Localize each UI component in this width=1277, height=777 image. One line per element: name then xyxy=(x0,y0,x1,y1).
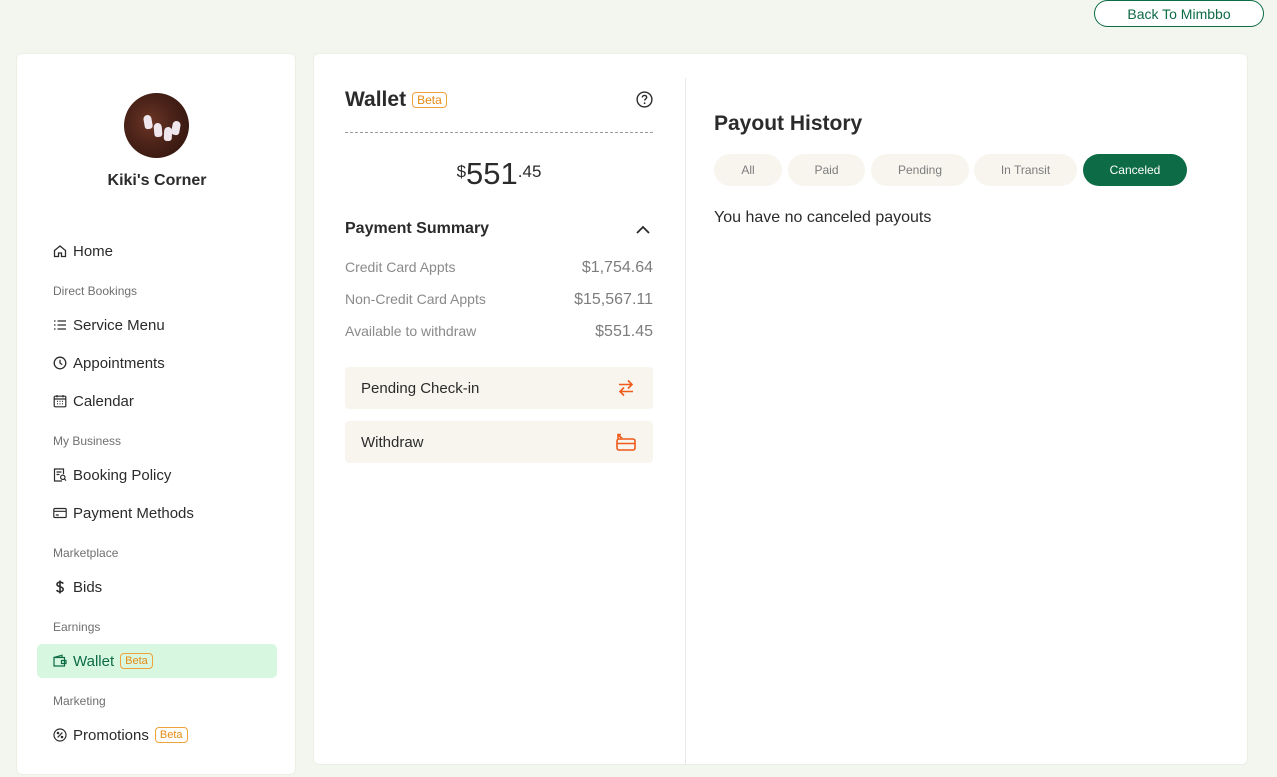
tab-paid[interactable]: Paid xyxy=(788,154,865,186)
summary-row-value: $15,567.11 xyxy=(574,291,653,308)
help-icon[interactable] xyxy=(636,91,653,108)
sidebar-item-label: Appointments xyxy=(73,354,165,372)
policy-icon xyxy=(53,468,67,482)
wallet-icon xyxy=(53,654,67,668)
section-label-direct-bookings: Direct Bookings xyxy=(53,284,138,298)
payout-history-title: Payout History xyxy=(714,112,863,135)
sidebar-item-home[interactable]: Home xyxy=(53,241,113,261)
chevron-up-icon[interactable] xyxy=(635,223,651,237)
column-divider xyxy=(685,78,686,764)
tab-in-transit[interactable]: In Transit xyxy=(974,154,1077,186)
pending-check-in-label: Pending Check-in xyxy=(361,379,480,397)
wallet-title-text: Wallet xyxy=(345,88,407,111)
back-to-mimbbo-button[interactable]: Back To Mimbbo xyxy=(1094,0,1264,27)
sidebar-item-calendar[interactable]: Calendar xyxy=(53,391,134,411)
beta-badge: Beta xyxy=(412,92,447,108)
calendar-icon xyxy=(53,394,67,408)
section-label-my-business: My Business xyxy=(53,434,122,448)
credit-card-icon xyxy=(53,506,67,520)
sidebar-item-label: Promotions xyxy=(73,726,149,744)
withdraw-button[interactable]: Withdraw xyxy=(345,421,653,463)
wallet-title: Wallet Beta xyxy=(345,88,447,112)
home-icon xyxy=(53,244,67,258)
summary-row: Non-Credit Card Appts $15,567.11 xyxy=(345,291,653,309)
sidebar-item-bids[interactable]: Bids xyxy=(53,577,102,597)
profile-name: Kiki's Corner xyxy=(107,172,207,189)
summary-row-label: Available to withdraw xyxy=(345,323,477,339)
wallet-balance: $551.45 xyxy=(345,156,653,192)
section-label-earnings: Earnings xyxy=(53,620,101,634)
balance-currency: $ xyxy=(456,162,467,181)
balance-cents: .45 xyxy=(517,162,542,181)
sidebar-item-payment-methods[interactable]: Payment Methods xyxy=(53,503,194,523)
sidebar-item-label: Booking Policy xyxy=(73,466,172,484)
balance-whole: 551 xyxy=(466,156,518,191)
summary-row: Available to withdraw $551.45 xyxy=(345,323,653,341)
payment-summary-title: Payment Summary xyxy=(345,220,490,237)
dollar-icon xyxy=(53,580,67,594)
clock-icon xyxy=(53,356,67,370)
sidebar-item-promotions[interactable]: Promotions Beta xyxy=(53,725,188,745)
summary-row-label: Non-Credit Card Appts xyxy=(345,291,486,307)
sidebar-item-label: Service Menu xyxy=(73,316,165,334)
sidebar-item-booking-policy[interactable]: Booking Policy xyxy=(53,465,171,485)
avatar xyxy=(124,93,189,158)
withdraw-label: Withdraw xyxy=(361,433,424,451)
transfer-arrows-icon xyxy=(618,379,634,397)
section-label-marketing: Marketing xyxy=(53,694,106,708)
tab-all[interactable]: All xyxy=(714,154,782,186)
sidebar-item-label: Payment Methods xyxy=(73,504,194,522)
discount-icon xyxy=(53,728,67,742)
sidebar-item-appointments[interactable]: Appointments xyxy=(53,353,165,373)
beta-badge: Beta xyxy=(154,727,188,743)
sidebar-item-label: Wallet xyxy=(73,652,115,670)
sidebar-item-label: Calendar xyxy=(73,392,134,410)
beta-badge: Beta xyxy=(120,653,153,669)
withdraw-icon xyxy=(616,433,636,451)
sidebar-item-service-menu[interactable]: Service Menu xyxy=(53,315,165,335)
list-icon xyxy=(53,318,67,332)
sidebar-item-wallet[interactable]: Wallet Beta xyxy=(53,651,153,671)
summary-row-value: $551.45 xyxy=(595,323,653,340)
tab-canceled[interactable]: Canceled xyxy=(1083,154,1187,186)
sidebar: Kiki's Corner Home Direct Bookings Servi… xyxy=(16,53,296,775)
summary-row: Credit Card Appts $1,754.64 xyxy=(345,259,653,277)
pending-check-in-button[interactable]: Pending Check-in xyxy=(345,367,653,409)
section-label-marketplace: Marketplace xyxy=(53,546,119,560)
summary-row-value: $1,754.64 xyxy=(581,259,653,276)
summary-row-label: Credit Card Appts xyxy=(345,259,456,275)
divider-dashed xyxy=(345,132,653,133)
empty-state-message: You have no canceled payouts xyxy=(714,209,932,226)
sidebar-item-label: Bids xyxy=(73,578,103,596)
tab-pending[interactable]: Pending xyxy=(871,154,969,186)
sidebar-item-label: Home xyxy=(73,242,114,260)
